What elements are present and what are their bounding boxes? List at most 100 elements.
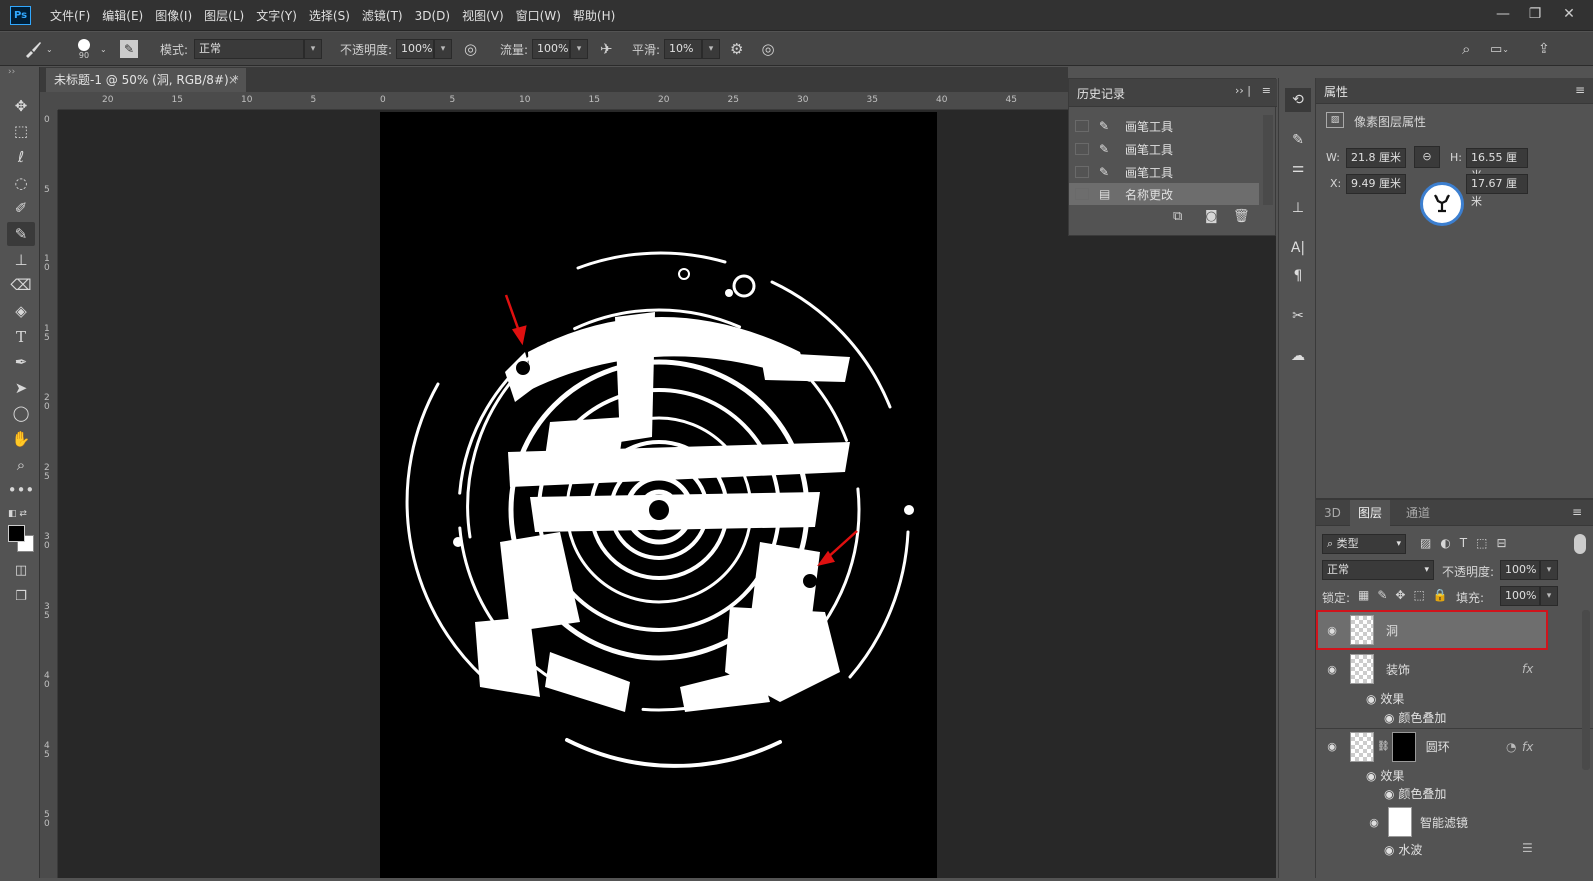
lock-icons[interactable]: ▦✎✥⬚🔒 xyxy=(1358,588,1456,602)
collapse-icon[interactable]: ›› xyxy=(8,67,15,77)
effects-row[interactable]: ◉ 效果 xyxy=(1366,767,1404,784)
effects-row[interactable]: ◉ 效果 xyxy=(1366,690,1404,707)
quick-select-tool-icon[interactable]: ◌ xyxy=(7,171,35,195)
share-icon[interactable]: ⇪ xyxy=(1538,32,1550,66)
eye-icon[interactable]: ◉ xyxy=(1322,624,1342,637)
layers-scrollbar[interactable] xyxy=(1582,610,1590,770)
move-tool-icon[interactable]: ✥ xyxy=(7,94,35,118)
flow-dropdown-icon[interactable]: ▾ xyxy=(570,39,589,59)
fx-icon[interactable]: fx xyxy=(1522,662,1533,676)
tab-3d[interactable]: 3D xyxy=(1316,500,1349,526)
panel-menu-icon[interactable]: ≡ xyxy=(1575,83,1585,97)
eye-icon[interactable]: ◉ xyxy=(1322,663,1342,676)
eye-icon[interactable]: ◉ xyxy=(1384,787,1394,801)
layer-row[interactable]: ◉ ⛓ 圆环 ◔ fx xyxy=(1316,728,1593,764)
lasso-tool-icon[interactable]: ℓ xyxy=(7,145,35,169)
paint-bucket-tool-icon[interactable]: ◈ xyxy=(7,299,35,323)
menu-layer[interactable]: 图层(L) xyxy=(198,7,250,24)
menu-type[interactable]: 文字(Y) xyxy=(250,7,303,24)
tab-channels[interactable]: 通道 xyxy=(1398,500,1438,526)
layer-opacity-dropdown-icon[interactable]: ▾ xyxy=(1540,560,1558,580)
brush-tool-preset-icon[interactable]: ⌄ xyxy=(22,32,53,66)
zoom-tool-icon[interactable]: ⌕ xyxy=(7,453,35,477)
history-scrollbar[interactable] xyxy=(1263,115,1273,205)
smoothing-dropdown-icon[interactable]: ▾ xyxy=(702,39,721,59)
marquee-tool-icon[interactable]: ⬚ xyxy=(7,119,35,143)
opacity-field[interactable]: 100% xyxy=(396,39,435,59)
mode-dropdown-icon[interactable]: ▾ xyxy=(304,39,323,59)
eye-icon[interactable]: ◉ xyxy=(1322,740,1342,753)
close-tab-icon[interactable]: × xyxy=(228,68,238,92)
eye-icon[interactable]: ◉ xyxy=(1366,769,1376,783)
ellipse-tool-icon[interactable]: ◯ xyxy=(7,401,35,425)
opacity-dropdown-icon[interactable]: ▾ xyxy=(434,39,453,59)
layer-name[interactable]: 洞 xyxy=(1386,622,1398,639)
flow-field[interactable]: 100% xyxy=(532,39,571,59)
y-field[interactable]: 17.67 厘米 xyxy=(1466,174,1528,208)
workspace-icon[interactable]: ▭ ⌄ xyxy=(1490,32,1509,66)
menu-filter[interactable]: 滤镜(T) xyxy=(356,7,409,24)
layer-filter-icons[interactable]: ▨◐T⬚⊟ xyxy=(1420,536,1516,550)
fill-dropdown-icon[interactable]: ▾ xyxy=(1540,586,1558,606)
mode-select[interactable]: 正常 xyxy=(194,39,305,59)
fx-icon[interactable]: fx xyxy=(1522,740,1533,754)
smoothing-field[interactable]: 10% xyxy=(664,39,703,59)
layer-name[interactable]: 装饰 xyxy=(1386,661,1410,678)
search-icon[interactable]: ⌕ xyxy=(1462,32,1470,66)
brush-size-picker[interactable]: 90 xyxy=(78,32,90,66)
blend-mode-select[interactable]: 正常 ▾ xyxy=(1322,560,1434,580)
document-canvas[interactable] xyxy=(380,112,937,878)
adjustments-panel-icon[interactable]: ⚌ xyxy=(1285,156,1311,180)
filter-options-icon[interactable]: ☰ xyxy=(1522,841,1533,855)
new-document-from-state-icon[interactable]: ⧉ xyxy=(1173,209,1182,224)
history-item[interactable]: ✎ 画笔工具 xyxy=(1069,115,1259,137)
close-window-button[interactable]: ✕ xyxy=(1556,4,1582,24)
menu-window[interactable]: 窗口(W) xyxy=(510,7,567,24)
layer-row-selected[interactable]: ◉ 洞 xyxy=(1316,610,1548,650)
layer-opacity-field[interactable]: 100% xyxy=(1500,560,1540,580)
eye-icon[interactable]: ◉ xyxy=(1384,843,1394,857)
minimize-button[interactable]: — xyxy=(1490,4,1516,24)
trash-icon[interactable]: 🗑 xyxy=(1233,209,1250,224)
filter-row[interactable]: ◉ 水波 ☰ xyxy=(1384,841,1533,858)
layer-name[interactable]: 圆环 xyxy=(1426,738,1450,755)
height-field[interactable]: 16.55 厘米 xyxy=(1466,148,1528,182)
history-item-active[interactable]: ▤ 名称更改 xyxy=(1069,183,1259,205)
menu-view[interactable]: 视图(V) xyxy=(456,7,510,24)
eyedropper-tool-icon[interactable]: ✐ xyxy=(7,196,35,220)
tools-panel-icon[interactable]: ✂ xyxy=(1285,304,1311,328)
menu-file[interactable]: 文件(F) xyxy=(44,7,96,24)
chain-link-icon[interactable]: ⛓ xyxy=(1377,741,1390,752)
pen-tool-icon[interactable]: ✒ xyxy=(7,350,35,374)
restore-button[interactable]: ❐ xyxy=(1522,4,1548,24)
collapse-panel-icon[interactable]: ›› | xyxy=(1235,84,1251,97)
layer-mask-thumbnail[interactable] xyxy=(1391,731,1416,762)
stamp-tool-icon[interactable]: ⊥ xyxy=(7,248,35,272)
type-tool-icon[interactable]: T xyxy=(7,325,35,349)
x-field[interactable]: 9.49 厘米 xyxy=(1346,174,1406,194)
more-tools-icon[interactable]: ••• xyxy=(7,478,35,502)
libraries-panel-icon[interactable]: ☁ xyxy=(1285,344,1311,368)
menu-3d[interactable]: 3D(D) xyxy=(409,9,456,23)
panel-menu-icon[interactable]: ≡ xyxy=(1572,505,1582,519)
path-select-tool-icon[interactable]: ➤ xyxy=(7,376,35,400)
history-panel-icon[interactable]: ⟲ xyxy=(1285,88,1311,112)
eraser-tool-icon[interactable]: ⌫ xyxy=(7,273,35,297)
link-icon[interactable]: ⊖ xyxy=(1414,146,1440,168)
airbrush-icon[interactable]: ✈ xyxy=(600,40,613,58)
layer-filter-select[interactable]: ⌕ 类型 ▾ xyxy=(1322,534,1406,554)
gear-icon[interactable]: ⚙ xyxy=(730,40,743,58)
menu-select[interactable]: 选择(S) xyxy=(303,7,356,24)
pressure-size-icon[interactable]: ◎ xyxy=(762,40,775,58)
effect-row[interactable]: ◉ 颜色叠加 xyxy=(1384,709,1446,726)
brush-settings-icon[interactable]: ✎ xyxy=(120,32,138,66)
history-item[interactable]: ✎ 画笔工具 xyxy=(1069,161,1259,183)
pressure-opacity-icon[interactable]: ◎ xyxy=(464,40,477,58)
filter-toggle[interactable] xyxy=(1574,534,1586,554)
panel-menu-icon[interactable]: ≡ xyxy=(1262,84,1271,97)
filter-mask-thumbnail[interactable] xyxy=(1388,807,1412,837)
eye-icon[interactable]: ◉ xyxy=(1364,816,1384,829)
menu-edit[interactable]: 编辑(E) xyxy=(96,7,149,24)
screen-mode-icon[interactable]: ❐ xyxy=(7,585,35,609)
brush-tool-icon[interactable]: ✎ xyxy=(7,222,35,246)
